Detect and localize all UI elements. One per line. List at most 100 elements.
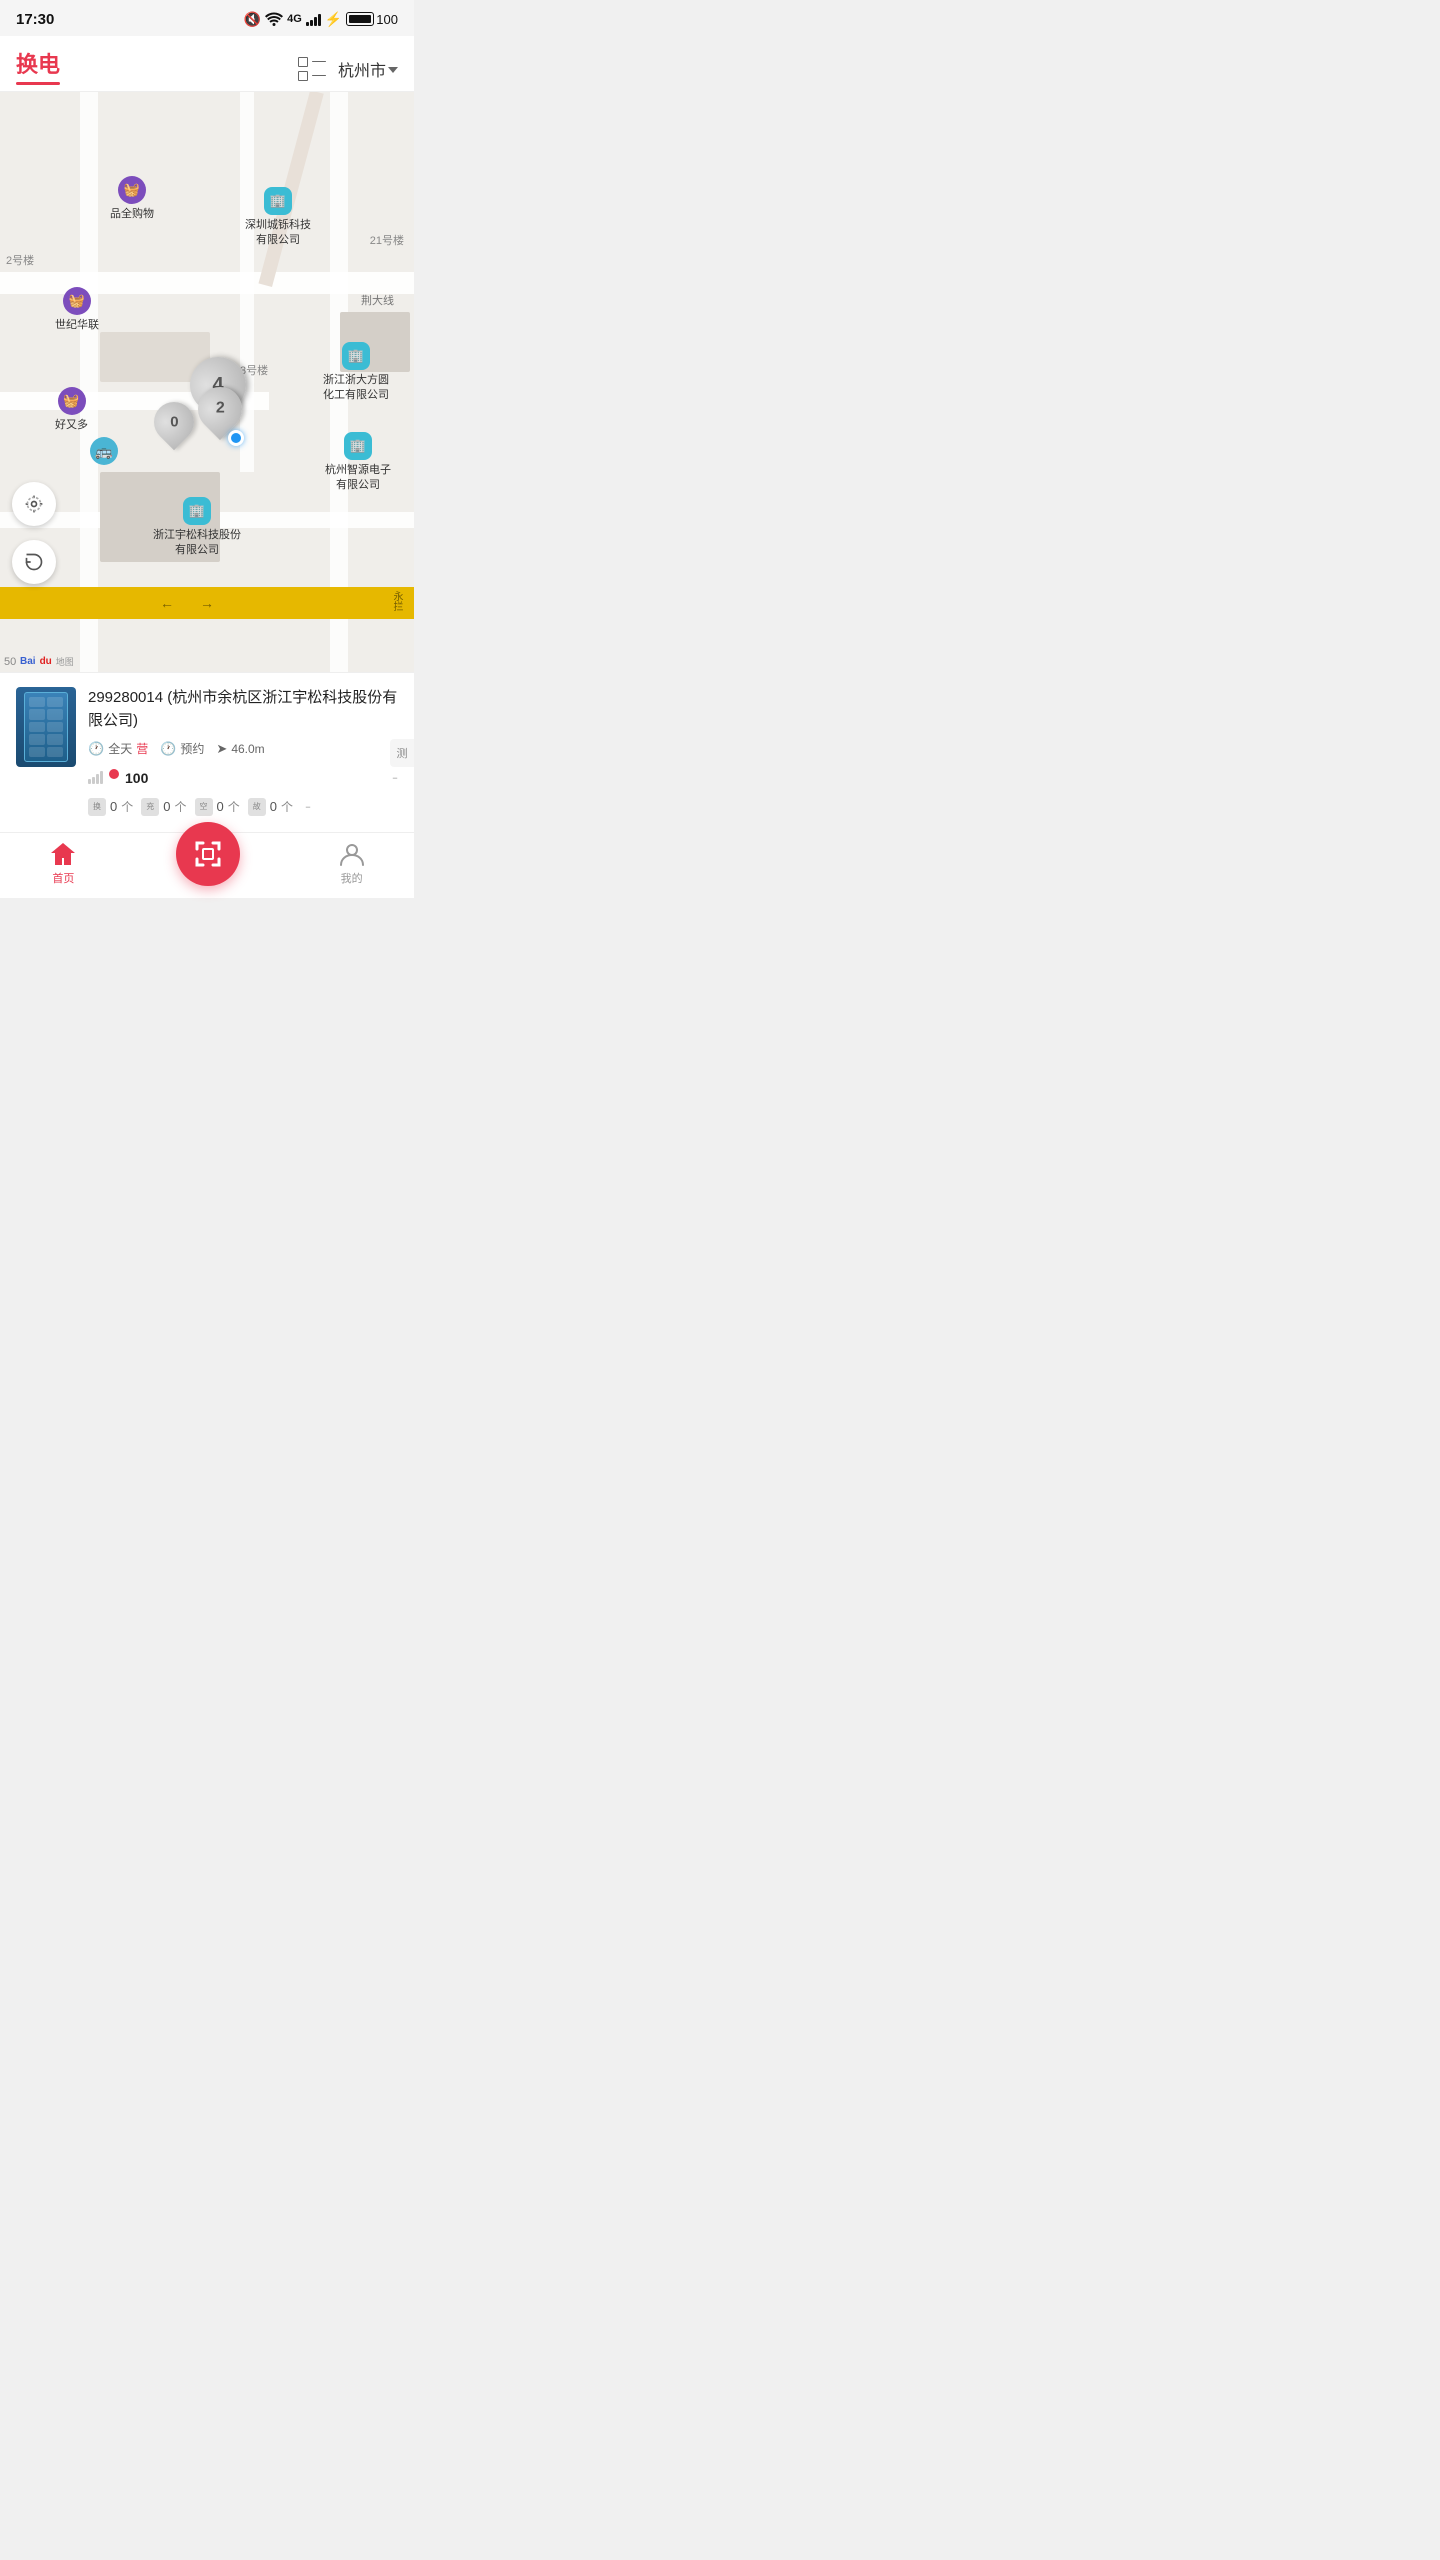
appointment-text: 预约 [180, 740, 204, 757]
signal-icon [306, 12, 321, 26]
slot-cell [47, 697, 63, 707]
pin-2[interactable]: 2 [198, 387, 242, 431]
location-button[interactable] [12, 482, 56, 526]
poi-shiji[interactable]: 🧺 世纪华联 [55, 287, 99, 333]
map-branding: Baidu 地图 [20, 655, 74, 668]
slot-cell [29, 734, 45, 744]
slot-cell [47, 709, 63, 719]
poi-yusong[interactable]: 🏢 浙江宇松科技股份有限公司 [152, 497, 242, 559]
pin-0-number: 0 [170, 414, 178, 431]
road-label-21hao: 21号楼 [370, 232, 404, 248]
slot-cell [47, 734, 63, 744]
navigation-icon: ➤ [216, 741, 227, 757]
slot-cell [29, 697, 45, 707]
mute-icon: 🔇 [244, 11, 261, 28]
basket-icon: 🧺 [124, 182, 140, 198]
slot-cell [47, 747, 63, 757]
slot-huan: 换 0 个 [88, 796, 133, 817]
road-label-2hao: 2号楼 [6, 252, 34, 268]
station-title: 299280014 (杭州市余杭区浙江宇松科技股份有限公司) [88, 687, 398, 732]
slot-cell [29, 722, 45, 732]
page-num: 50 [4, 656, 16, 668]
slot-gu-icon: 故 [248, 798, 266, 816]
dash-separator: - [392, 767, 398, 788]
open-badge: 营 [136, 740, 148, 757]
building-icon: 🏢 [270, 193, 286, 209]
pin-0[interactable]: 0 [154, 402, 194, 442]
slot-chong: 充 0 个 [141, 796, 186, 817]
battery-percentage: 100 [376, 12, 398, 27]
header-title-wrap: 换电 [16, 52, 60, 85]
building-icon: 🏢 [189, 503, 205, 519]
building-icon: 🏢 [350, 438, 366, 454]
grid-sq-icon [298, 57, 308, 67]
bus-stop-icon: 🚌 [90, 437, 118, 465]
poi-label-shenzhen: 深圳城铄科技有限公司 [238, 218, 318, 249]
info-card: 299280014 (杭州市余杭区浙江宇松科技股份有限公司) 🕐 全天 营 🕐 … [0, 672, 414, 832]
poi-zhejiang-dafang[interactable]: 🏢 浙江浙大方圆化工有限公司 [316, 342, 396, 404]
poi-label-zhiyuan: 杭州智源电子有限公司 [318, 463, 398, 494]
poi-label-yusong: 浙江宇松科技股份有限公司 [152, 528, 242, 559]
yellow-road: ← → 永拦 [0, 587, 414, 619]
station-meta-row: 🕐 全天 营 🕐 预约 ➤ 46.0m [88, 740, 398, 757]
road [80, 92, 98, 672]
detect-button[interactable]: 测 [390, 739, 414, 767]
network-icon: 4G [287, 13, 302, 25]
status-bar: 17:30 🔇 4G ⚡ 100 [0, 0, 414, 36]
slot-chong-icon: 充 [141, 798, 159, 816]
nav-profile[interactable]: 我的 [339, 841, 365, 886]
page-title: 换电 [16, 52, 60, 78]
slot-cell [29, 747, 45, 757]
poi-shenzhen[interactable]: 🏢 深圳城铄科技有限公司 [238, 187, 318, 249]
status-time: 17:30 [16, 11, 54, 28]
dash-2: - [305, 796, 311, 817]
building-icon: 🏢 [348, 348, 364, 364]
station-inner [24, 692, 68, 762]
poi-zhiyuan[interactable]: 🏢 杭州智源电子有限公司 [318, 432, 398, 494]
slot-gu: 故 0 个 [248, 796, 293, 817]
header-right: 杭州市 [298, 57, 398, 81]
signal-bars [88, 771, 103, 784]
road-label-jingda: 荆大线 [361, 292, 394, 308]
scan-button[interactable] [176, 822, 240, 886]
pin-small-body: 0 [146, 394, 203, 451]
grid-line-icon [312, 75, 326, 77]
poi-label-shiji: 世纪华联 [55, 318, 99, 333]
slot-cell [47, 722, 63, 732]
battery-icon: 100 [346, 12, 398, 27]
wifi-icon [265, 12, 283, 26]
basket-icon: 🧺 [69, 293, 85, 309]
battery-level: 100 [125, 770, 148, 786]
battery-row: 100 - [88, 767, 398, 788]
home-icon [49, 841, 77, 867]
poi-haoyouduo[interactable]: 🧺 好又多 [55, 387, 88, 433]
basket-icon: 🧺 [63, 393, 79, 409]
title-underline [16, 82, 60, 85]
nav-home-label: 首页 [52, 870, 74, 886]
charging-icon: ⚡ [325, 11, 342, 28]
poi-pinquan[interactable]: 🧺 品全购物 [110, 176, 154, 222]
slot-huan-icon: 换 [88, 798, 106, 816]
error-dot [109, 769, 119, 779]
header: 换电 杭州市 [0, 36, 414, 92]
distance-text: 46.0m [231, 742, 264, 756]
status-icons: 🔇 4G ⚡ 100 [244, 11, 398, 28]
slot-counts-row: 换 0 个 充 0 个 空 0 个 故 0 个 [88, 796, 398, 817]
appointment-detail: 🕐 预约 [160, 740, 204, 757]
slot-cell [29, 709, 45, 719]
poi-label-dafang: 浙江浙大方圆化工有限公司 [316, 373, 396, 404]
slot-kong: 空 0 个 [195, 796, 240, 817]
city-selector[interactable]: 杭州市 [338, 57, 398, 81]
poi-label-haoyouduo: 好又多 [55, 418, 88, 433]
info-details: 299280014 (杭州市余杭区浙江宇松科技股份有限公司) 🕐 全天 营 🕐 … [88, 687, 398, 817]
map-container[interactable]: ← → 永拦 2号楼 21号楼 3号楼 荆大线 🧺 品全购物 🧺 世纪华联 🧺 … [0, 92, 414, 672]
pin-medium-body: 2 [189, 378, 251, 440]
history-button[interactable] [12, 540, 56, 584]
grid-list-button[interactable] [298, 57, 326, 81]
nav-home[interactable]: 首页 [49, 841, 77, 886]
city-name: 杭州市 [338, 57, 386, 81]
clock-icon: 🕐 [88, 741, 104, 757]
grid-sq-icon [298, 71, 308, 81]
hours-text: 全天 [108, 740, 132, 757]
grid-line-icon [312, 61, 326, 63]
